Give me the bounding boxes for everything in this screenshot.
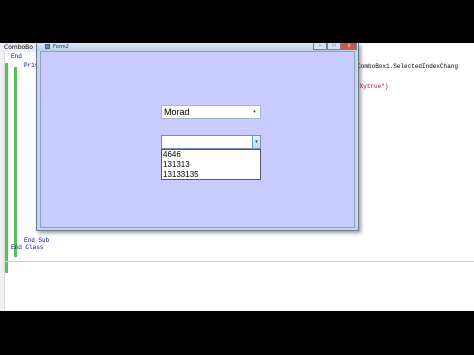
chevron-down-icon[interactable]: ▾: [252, 136, 260, 148]
editor-divider: [5, 261, 474, 262]
change-indicator-bar: [5, 63, 8, 273]
change-indicator-bar-2: [14, 67, 17, 257]
list-item[interactable]: 13133135: [162, 170, 260, 180]
code-line-string: "Xytrue"): [356, 83, 389, 90]
maximize-button[interactable]: □: [327, 43, 341, 50]
close-button[interactable]: x: [341, 43, 357, 50]
combobox1[interactable]: Morad ▾: [161, 105, 261, 119]
form2-window[interactable]: Form2 – □ x Morad ▾ ▾ 4646 131313 131331…: [36, 43, 359, 231]
window-title: Form2: [53, 44, 69, 50]
form-client-area: Morad ▾ ▾ 4646 131313 13133135: [40, 51, 355, 228]
combobox2-dropdown-list[interactable]: 4646 131313 13133135: [161, 149, 261, 180]
combobox2[interactable]: ▾: [161, 135, 261, 149]
code-line-end-sub: End Sub: [24, 237, 50, 244]
list-item[interactable]: 4646: [162, 150, 260, 160]
code-line-end-class: End Class: [11, 244, 44, 251]
combobox1-value: Morad: [164, 107, 190, 117]
editor-tab[interactable]: ComboBo: [0, 43, 38, 52]
list-item[interactable]: 131313: [162, 160, 260, 170]
chevron-down-icon[interactable]: ▾: [251, 106, 258, 118]
letterbox-bottom: [0, 311, 474, 355]
letterbox-top: [0, 0, 474, 43]
form-icon: [45, 44, 50, 49]
minimize-button[interactable]: –: [313, 43, 327, 50]
code-line-end: End: [11, 53, 22, 60]
window-titlebar[interactable]: Form2 – □ x: [37, 43, 358, 51]
